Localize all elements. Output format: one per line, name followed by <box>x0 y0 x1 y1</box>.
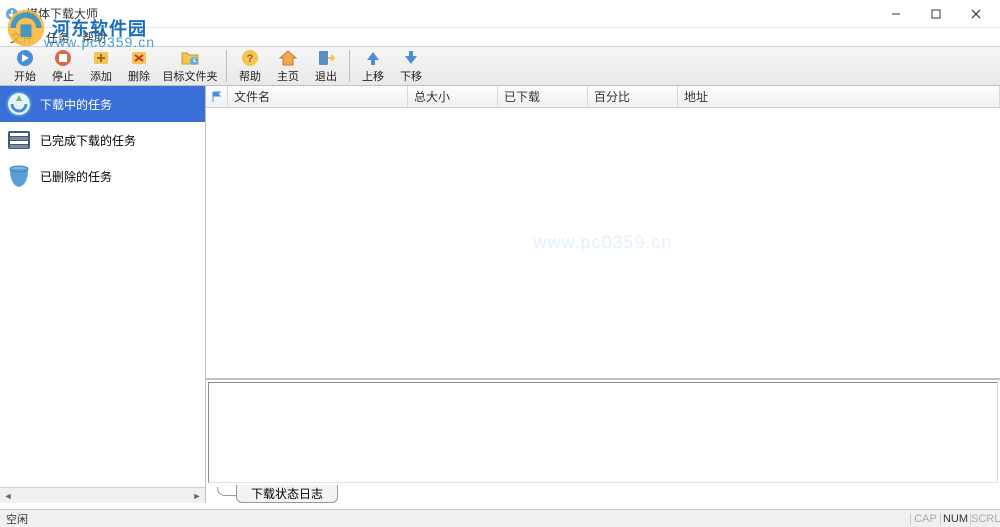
scroll-left-icon[interactable]: ◄ <box>0 489 16 503</box>
exit-label: 退出 <box>315 68 337 84</box>
downloading-icon <box>4 89 34 119</box>
sidebar-item-label: 已删除的任务 <box>40 168 112 185</box>
help-button[interactable]: ? 帮助 <box>231 47 269 85</box>
start-button[interactable]: 开始 <box>6 47 44 85</box>
start-label: 开始 <box>14 68 36 84</box>
exit-button[interactable]: 退出 <box>307 47 345 85</box>
window-title: 媒体下载大师 <box>26 5 876 22</box>
sidebar-item-completed[interactable]: 已完成下载的任务 <box>0 122 205 158</box>
titlebar: 媒体下载大师 <box>0 0 1000 28</box>
menu-help[interactable]: 帮助 <box>80 29 108 46</box>
status-cap: CAP <box>910 513 940 525</box>
body-watermark: www.pc0359.cn <box>533 233 672 254</box>
status-scrl: SCRL <box>970 513 1000 525</box>
delete-button[interactable]: 删除 <box>120 47 158 85</box>
home-icon <box>278 49 298 67</box>
target-folder-button[interactable]: 目标文件夹 <box>158 47 222 85</box>
log-tabs: 下载状态日志 <box>206 483 1000 503</box>
log-panel: 下载状态日志 <box>206 378 1000 503</box>
maximize-button[interactable] <box>916 1 956 27</box>
toolbar-separator <box>349 50 350 82</box>
log-body[interactable] <box>208 382 998 483</box>
delete-icon <box>129 49 149 67</box>
status-num: NUM <box>940 513 970 525</box>
sidebar-scrollbar[interactable]: ◄ ► <box>0 487 205 503</box>
move-up-label: 上移 <box>362 68 384 84</box>
column-downloaded[interactable]: 已下载 <box>498 86 588 107</box>
column-url[interactable]: 地址 <box>678 86 1000 107</box>
move-up-button[interactable]: 上移 <box>354 47 392 85</box>
move-down-label: 下移 <box>400 68 422 84</box>
sidebar: 下载中的任务 已完成下载的任务 已删除的任务 ◄ ► <box>0 86 206 503</box>
content-area: 文件名 总大小 已下载 百分比 地址 www.pc0359.cn 下载状态日志 <box>206 86 1000 503</box>
stop-button[interactable]: 停止 <box>44 47 82 85</box>
home-button[interactable]: 主页 <box>269 47 307 85</box>
sidebar-list: 下载中的任务 已完成下载的任务 已删除的任务 <box>0 86 205 487</box>
log-tab-status[interactable]: 下载状态日志 <box>236 485 338 503</box>
plus-icon <box>91 49 111 67</box>
app-icon <box>4 6 20 22</box>
help-label: 帮助 <box>239 68 261 84</box>
home-label: 主页 <box>277 68 299 84</box>
arrow-down-icon <box>401 49 421 67</box>
menu-file[interactable]: 文件 <box>8 29 36 46</box>
stop-label: 停止 <box>52 68 74 84</box>
status-text: 空闲 <box>0 511 910 527</box>
column-filename[interactable]: 文件名 <box>228 86 408 107</box>
main-area: 下载中的任务 已完成下载的任务 已删除的任务 ◄ ► 文件名 总大小 已下载 <box>0 86 1000 503</box>
add-button[interactable]: 添加 <box>82 47 120 85</box>
close-button[interactable] <box>956 1 996 27</box>
trash-icon <box>4 161 34 191</box>
toolbar: 开始 停止 添加 删除 目标文件夹 ? 帮助 主页 退出 上移 下移 <box>0 46 1000 86</box>
sidebar-item-downloading[interactable]: 下载中的任务 <box>0 86 205 122</box>
arrow-up-icon <box>363 49 383 67</box>
flag-icon <box>211 91 223 103</box>
play-icon <box>15 49 35 67</box>
target-folder-label: 目标文件夹 <box>163 68 218 84</box>
menu-task[interactable]: 任务 <box>44 29 72 46</box>
exit-icon <box>316 49 336 67</box>
table-body[interactable]: www.pc0359.cn <box>206 108 1000 378</box>
help-icon: ? <box>240 49 260 67</box>
column-total-size[interactable]: 总大小 <box>408 86 498 107</box>
statusbar: 空闲 CAP NUM SCRL <box>0 509 1000 527</box>
menubar: 文件 任务 帮助 <box>0 28 1000 46</box>
sidebar-item-label: 已完成下载的任务 <box>40 132 136 149</box>
scroll-right-icon[interactable]: ► <box>189 489 205 503</box>
minimize-button[interactable] <box>876 1 916 27</box>
add-label: 添加 <box>90 68 112 84</box>
toolbar-separator <box>226 50 227 82</box>
table-header: 文件名 总大小 已下载 百分比 地址 <box>206 86 1000 108</box>
folder-icon <box>180 49 200 67</box>
delete-label: 删除 <box>128 68 150 84</box>
stop-icon <box>53 49 73 67</box>
completed-icon <box>4 125 34 155</box>
column-icon[interactable] <box>206 86 228 107</box>
sidebar-item-deleted[interactable]: 已删除的任务 <box>0 158 205 194</box>
svg-text:?: ? <box>247 53 254 65</box>
move-down-button[interactable]: 下移 <box>392 47 430 85</box>
column-percent[interactable]: 百分比 <box>588 86 678 107</box>
sidebar-item-label: 下载中的任务 <box>40 96 112 113</box>
